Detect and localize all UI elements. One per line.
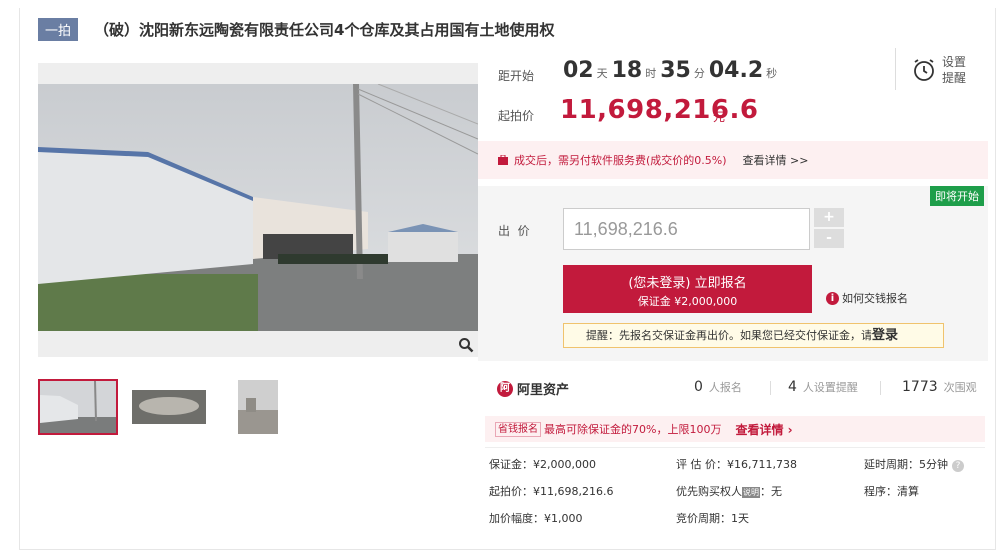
login-tip: 提醒：先报名交保证金再出价。如果您已经交付保证金，请登录 [563, 323, 944, 348]
set-reminder-button[interactable]: 设置提醒 [942, 54, 972, 86]
main-photo[interactable] [38, 63, 478, 357]
start-price-value: 11,698,216.6 [560, 95, 759, 125]
signup-count-label: 人报名 [708, 381, 742, 394]
zoom-icon[interactable] [458, 337, 474, 353]
days-unit: 天 [596, 67, 608, 80]
countdown-timer: 02 天 18 时 35 分 04.2 秒 [563, 58, 781, 83]
ali-assets-logo: 阿 阿里资产 [497, 379, 569, 398]
priority-label: 优先购买权人 [676, 485, 742, 498]
signup-button[interactable]: (您未登录) 立即报名 保证金 ¥2,000,000 [563, 265, 812, 313]
countdown-days: 02 [563, 58, 594, 83]
page-title: （破）沈阳新东远陶瓷有限责任公司4个仓库及其占用国有土地使用权 [94, 20, 555, 39]
signup-deposit-label: 保证金 ¥2,000,000 [637, 295, 738, 308]
priority-value: ：无 [760, 485, 782, 498]
signup-count: 0 人报名 [694, 379, 742, 395]
countdown-minutes: 35 [660, 58, 691, 83]
view-count-value: 1773 [902, 379, 938, 395]
ali-logo-icon: 阿 [497, 380, 513, 397]
procedure-info: 程序：清算 [864, 485, 919, 498]
thumbnail-3[interactable] [220, 380, 298, 434]
increase-bid-button[interactable]: + [814, 208, 844, 227]
discount-tag: 省钱报名 [495, 421, 541, 437]
auction-round-badge: 一拍 [38, 17, 79, 41]
start-price-label: 起拍价 [498, 109, 535, 123]
stats-divider [880, 381, 881, 395]
discount-details-link[interactable]: 查看详情 › [735, 421, 792, 438]
minutes-unit: 分 [693, 67, 705, 80]
delay-info: 延时周期：5分钟? [864, 456, 964, 472]
bid-period-info: 竞价周期：1天 [676, 512, 749, 525]
bid-label: 出 价 [498, 224, 530, 238]
login-link[interactable]: 登录 [872, 328, 898, 343]
countdown-hours: 18 [611, 58, 643, 83]
signup-count-value: 0 [694, 379, 703, 395]
priority-buyer-info: 优先购买权人说明：无 [676, 483, 782, 499]
thumbnail-1[interactable] [38, 379, 118, 435]
alarm-clock-icon[interactable] [912, 58, 936, 86]
title-row: 一拍 （破）沈阳新东远陶瓷有限责任公司4个仓库及其占用国有土地使用权 [38, 17, 555, 41]
divider [485, 447, 985, 448]
decrease-bid-button[interactable]: - [814, 229, 844, 248]
login-tip-text: 提醒：先报名交保证金再出价。如果您已经交付保证金，请 [586, 329, 872, 342]
fee-warning-icon [498, 154, 508, 165]
priority-tag[interactable]: 说明 [742, 486, 760, 498]
signup-button-label: (您未登录) 立即报名 [628, 276, 747, 291]
stats-divider [770, 381, 771, 395]
how-to-pay-label: 如何交钱报名 [842, 292, 908, 305]
reminder-count: 4 人设置提醒 [788, 379, 858, 395]
fee-notice-text: 成交后，需另付软件服务费(成交价的0.5%) [514, 154, 727, 167]
increment-info: 加价幅度：¥1,000 [489, 512, 583, 525]
view-count: 1773 次围观 [902, 379, 977, 395]
bid-area: 即将开始 出 价 + - (您未登录) 立即报名 保证金 ¥2,000,000 … [478, 186, 988, 361]
bid-input[interactable] [563, 208, 810, 250]
bid-stepper: + - [814, 208, 844, 250]
status-badge: 即将开始 [930, 186, 984, 206]
fee-notice: 成交后，需另付软件服务费(成交价的0.5%) 查看详情 >> [478, 141, 988, 179]
view-count-label: 次围观 [943, 381, 977, 394]
info-icon: i [826, 291, 839, 305]
deposit-info: 保证金：¥2,000,000 [489, 458, 596, 471]
thumbnail-strip [38, 379, 310, 435]
discount-text: 最高可除保证金的70%，上限100万 [544, 423, 722, 436]
reminder-divider [895, 48, 896, 90]
start-price-unit: 元 [713, 110, 726, 124]
help-icon[interactable]: ? [952, 460, 964, 472]
appraisal-info: 评 估 价：¥16,711,738 [676, 458, 797, 471]
reminder-count-value: 4 [788, 379, 797, 395]
countdown-label: 距开始 [498, 69, 535, 83]
fee-details-link[interactable]: 查看详情 >> [743, 152, 809, 168]
warehouse-photo [38, 84, 478, 331]
delay-text: 延时周期：5分钟 [864, 458, 948, 471]
how-to-pay-link[interactable]: i 如何交钱报名 [826, 290, 908, 306]
reminder-count-label: 人设置提醒 [802, 381, 858, 394]
deposit-discount-bar: 省钱报名 最高可除保证金的70%，上限100万 查看详情 › [485, 416, 985, 442]
brand-name: 阿里资产 [517, 383, 570, 398]
countdown-seconds: 04.2 [708, 58, 764, 83]
hours-unit: 时 [645, 67, 657, 80]
thumbnail-2[interactable] [130, 380, 208, 434]
seconds-unit: 秒 [766, 67, 778, 80]
start-price-info: 起拍价：¥11,698,216.6 [489, 485, 614, 498]
